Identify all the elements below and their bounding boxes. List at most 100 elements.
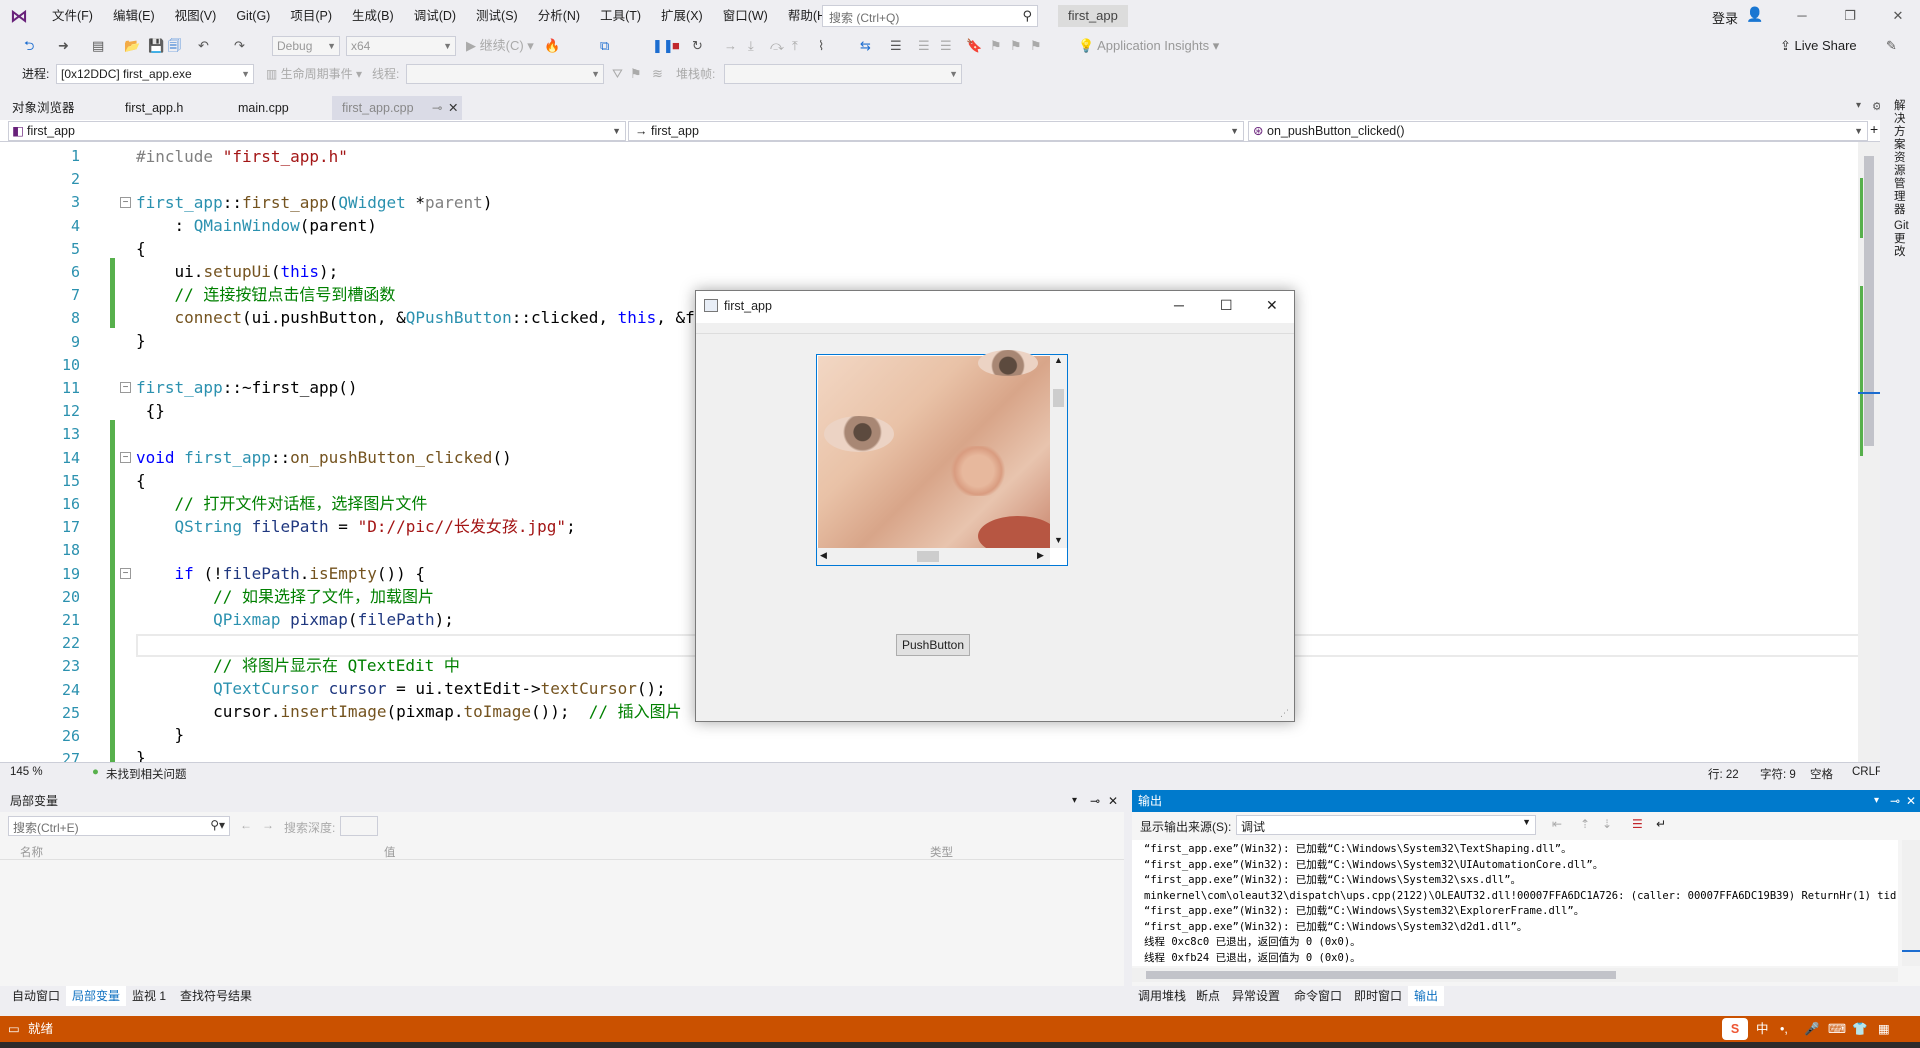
- text-edit[interactable]: ▲ ▼ ◀ ▶: [816, 350, 1068, 566]
- live-share-button[interactable]: ⇪ Live Share: [1780, 37, 1857, 55]
- login-link[interactable]: 登录: [1712, 8, 1738, 27]
- tab-output[interactable]: 输出: [1408, 986, 1445, 1006]
- whitespace-indicator[interactable]: 空格: [1810, 766, 1833, 782]
- tab-main-cpp[interactable]: main.cpp: [228, 96, 299, 120]
- ime-logo-icon[interactable]: S: [1722, 1018, 1748, 1040]
- open-folder-icon[interactable]: 📂: [124, 37, 140, 55]
- tab-watch-1[interactable]: 监视 1: [126, 986, 172, 1006]
- output-source-select[interactable]: 调试 ▼: [1236, 815, 1536, 835]
- tab-immediate-window[interactable]: 即时窗口: [1348, 986, 1408, 1006]
- visual-studio-logo-icon[interactable]: ⋈: [10, 7, 30, 25]
- line-indicator[interactable]: 行: 22: [1708, 766, 1739, 782]
- save-all-icon[interactable]: 🗐: [168, 37, 181, 55]
- filter-icon[interactable]: ⛛: [612, 65, 623, 83]
- column-name[interactable]: 名称: [20, 844, 43, 860]
- keyboard-icon[interactable]: ⌨: [1828, 1016, 1846, 1042]
- minimize-icon[interactable]: ─: [1174, 297, 1184, 313]
- panel-menu-icon[interactable]: ▾: [1072, 790, 1077, 812]
- thread-select[interactable]: ▼: [406, 64, 604, 84]
- menu-edit[interactable]: 编辑(E): [103, 0, 165, 32]
- tab-solution-explorer[interactable]: 解决方案资源管理器: [1894, 100, 1910, 217]
- tab-first-app-cpp[interactable]: first_app.cpp ⊸ ✕: [332, 96, 462, 120]
- output-text[interactable]: “first_app.exe”(Win32): 已加载“C:\Windows\S…: [1132, 840, 1898, 966]
- scroll-up-icon[interactable]: ▲: [1054, 355, 1063, 365]
- column-value[interactable]: 值: [384, 844, 396, 860]
- pause-icon[interactable]: ❚❚: [652, 37, 674, 55]
- application-insights-button[interactable]: 💡 Application Insights ▾: [1078, 37, 1219, 55]
- forward-icon[interactable]: ➜: [58, 37, 69, 55]
- fold-toggle-icon[interactable]: −: [120, 452, 131, 463]
- scrollbar-thumb[interactable]: [1146, 971, 1616, 979]
- show-next-statement-icon[interactable]: →: [724, 37, 737, 55]
- stack-frame-select[interactable]: ▼: [724, 64, 962, 84]
- char-indicator[interactable]: 字符: 9: [1760, 766, 1796, 782]
- maximize-icon[interactable]: ☐: [1220, 297, 1233, 314]
- flag-threads-icon[interactable]: ⚑: [630, 65, 642, 83]
- pin-icon[interactable]: ⊸: [1890, 790, 1900, 812]
- step-over-icon[interactable]: ⤼: [770, 37, 784, 55]
- platform-select[interactable]: x64 ▼: [346, 36, 456, 56]
- menu-git[interactable]: Git(G): [226, 0, 280, 32]
- find-message-icon[interactable]: ⇤: [1552, 817, 1562, 831]
- close-icon[interactable]: ✕: [1266, 297, 1278, 314]
- step-out-icon[interactable]: ⤒: [792, 37, 798, 55]
- format-icon[interactable]: ☰: [940, 37, 952, 55]
- column-type[interactable]: 类型: [930, 844, 953, 860]
- tab-object-browser[interactable]: 对象浏览器: [2, 96, 85, 120]
- menu-file[interactable]: 文件(F): [42, 0, 103, 32]
- search-icon[interactable]: ⚲▾: [210, 818, 225, 832]
- ime-punctuation-icon[interactable]: •,: [1780, 1016, 1788, 1042]
- tab-call-stack[interactable]: 调用堆栈: [1132, 986, 1192, 1006]
- tab-git-changes[interactable]: Git 更改: [1894, 220, 1910, 259]
- tab-exception-settings[interactable]: 异常设置: [1226, 986, 1286, 1006]
- back-icon[interactable]: ⮌: [24, 37, 34, 55]
- feedback-icon[interactable]: ✎: [1886, 37, 1897, 55]
- fold-toggle-icon[interactable]: −: [120, 568, 131, 579]
- process-select[interactable]: [0x12DDC] first_app.exe ▼: [56, 64, 254, 84]
- member-select[interactable]: ⊛ on_pushButton_clicked() ▼: [1248, 121, 1868, 141]
- close-tab-icon[interactable]: ✕: [448, 96, 458, 120]
- menu-view[interactable]: 视图(V): [165, 0, 227, 32]
- clear-bookmarks-icon[interactable]: ⚑: [1030, 37, 1042, 55]
- continue-button[interactable]: ▶ 继续(C) ▾: [466, 37, 534, 55]
- show-threads-icon[interactable]: ≋: [652, 65, 663, 83]
- diagnostics-icon[interactable]: ⌇: [818, 37, 824, 55]
- step-into-icon[interactable]: ⤓: [748, 37, 754, 55]
- microphone-icon[interactable]: 🎤: [1804, 1016, 1820, 1042]
- tab-first-app-h[interactable]: first_app.h: [115, 96, 193, 120]
- redo-icon[interactable]: ↷: [234, 37, 245, 55]
- menu-project[interactable]: 项目(P): [280, 0, 342, 32]
- screenshot-icon[interactable]: ⧉: [600, 37, 609, 55]
- hot-reload-icon[interactable]: 🔥: [544, 37, 560, 55]
- eol-indicator[interactable]: CRLF: [1852, 766, 1882, 778]
- pin-icon[interactable]: ⊸: [432, 96, 442, 120]
- menu-tools[interactable]: 工具(T): [590, 0, 651, 32]
- scroll-down-icon[interactable]: ▼: [1054, 535, 1063, 545]
- menu-debug[interactable]: 调试(D): [404, 0, 466, 32]
- save-icon[interactable]: 💾: [148, 37, 164, 55]
- undo-icon[interactable]: ↶: [198, 37, 209, 55]
- text-edit-horizontal-scrollbar[interactable]: ◀ ▶: [817, 548, 1050, 565]
- issues-status[interactable]: 未找到相关问题: [106, 766, 187, 782]
- tab-command-window[interactable]: 命令窗口: [1288, 986, 1348, 1006]
- skin-icon[interactable]: 👕: [1852, 1016, 1868, 1042]
- bookmark-icon[interactable]: 🔖: [966, 37, 982, 55]
- stop-icon[interactable]: ■: [672, 37, 680, 55]
- close-icon[interactable]: ✕: [1876, 0, 1920, 32]
- menu-build[interactable]: 生成(B): [342, 0, 404, 32]
- project-select[interactable]: ◧ first_app ▼: [8, 121, 626, 141]
- scrollbar-thumb[interactable]: [1864, 156, 1874, 446]
- close-icon[interactable]: ✕: [1108, 790, 1118, 812]
- zoom-level[interactable]: 145 %: [10, 766, 43, 778]
- pin-icon[interactable]: ⊸: [1090, 790, 1100, 812]
- qt-window-titlebar[interactable]: first_app ─ ☐ ✕: [696, 291, 1294, 323]
- restart-icon[interactable]: ↻: [692, 37, 703, 55]
- next-bookmark-icon[interactable]: ⚑: [1010, 37, 1022, 55]
- text-edit-vertical-scrollbar[interactable]: ▲ ▼: [1050, 355, 1067, 548]
- tab-find-symbol-results[interactable]: 查找符号结果: [174, 986, 258, 1006]
- tab-locals[interactable]: 局部变量: [66, 986, 127, 1006]
- output-horizontal-scrollbar[interactable]: [1132, 968, 1898, 982]
- output-vertical-scrollbar[interactable]: [1902, 840, 1920, 966]
- lifecycle-events-button[interactable]: ▥ 生命周期事件 ▾: [266, 65, 362, 83]
- forward-icon[interactable]: →: [262, 818, 274, 832]
